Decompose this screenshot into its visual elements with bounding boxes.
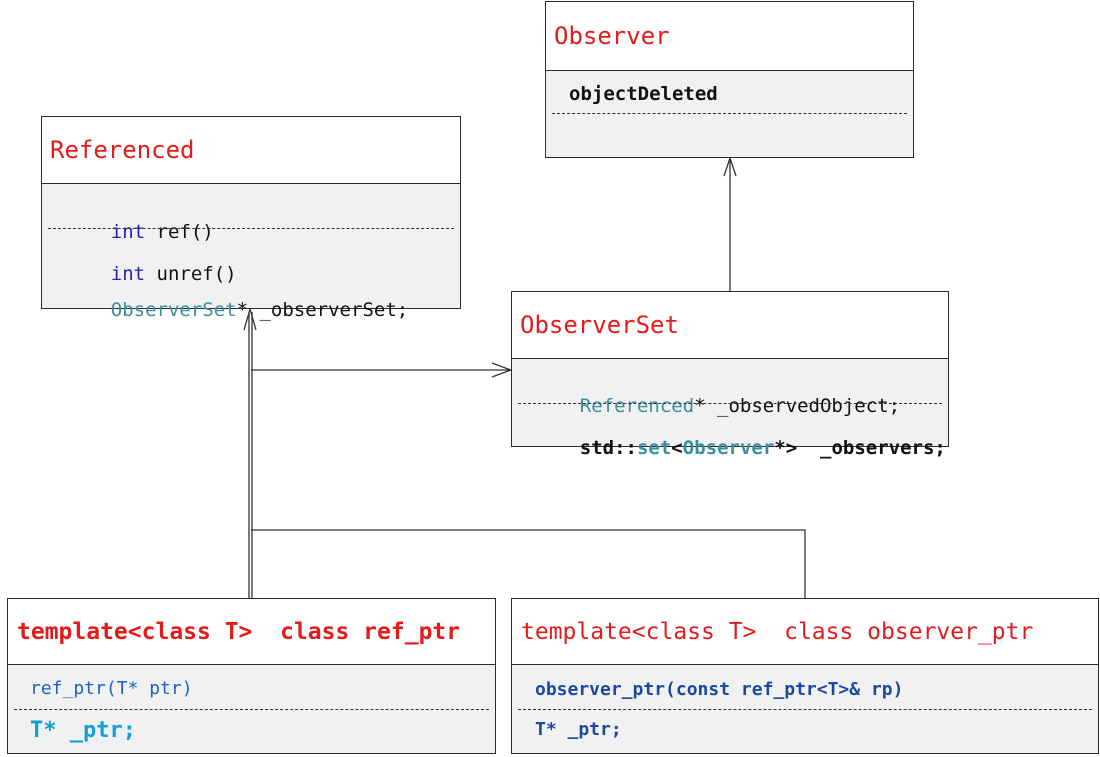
ref-ptr-field-ptr: T* _ptr; [30, 718, 136, 743]
referenced-class-box: Referenced int ref() int unref() Observe… [41, 116, 461, 321]
std-namespace: std:: [579, 437, 637, 459]
observer-separator [552, 113, 907, 114]
observers-field-name: *> _observers; [774, 437, 946, 459]
referenced-title-text: Referenced [50, 136, 195, 164]
observer-ptr-constructor: observer_ptr(const ref_ptr<T>& rp) [535, 679, 904, 700]
set-type: set [636, 437, 672, 459]
observer-ptr-title-text: template<class T> class observer_ptr [521, 618, 1034, 645]
observer-ptr-separator [518, 709, 1092, 710]
observer-type: Observer [682, 437, 775, 459]
observer-ptr-to-referenced-line [251, 529, 806, 598]
observer-ptr-class-box: template<class T> class observer_ptr obs… [511, 598, 1099, 754]
observer-member-objectdeleted: objectDeleted [569, 83, 718, 105]
ref-ptr-title-text: template<class T> class ref_ptr [17, 618, 461, 645]
ref-ptr-constructor: ref_ptr(T* ptr) [30, 678, 193, 699]
observer-class-box: Observer objectDeleted [545, 1, 914, 158]
observerset-field-name: * _observerSet; [236, 299, 409, 321]
angle-open: < [671, 437, 683, 459]
observer-title-text: Observer [554, 22, 670, 50]
observerset-class-title: ObserverSet [512, 292, 948, 359]
observer-class-title: Observer [546, 2, 913, 71]
ref-ptr-separator [14, 709, 489, 710]
observerset-class-box: ObserverSet Referenced* _observedObject;… [511, 291, 949, 459]
referenced-field-observerset: ObserverSet* _observerSet; [65, 274, 408, 346]
observer-ptr-field-ptr: T* _ptr; [535, 719, 622, 740]
observerset-field-observers: std::set<Observer*> _observers; [534, 412, 946, 484]
ref-ptr-class-box: template<class T> class ref_ptr ref_ptr(… [7, 598, 496, 754]
observer-ptr-class-title: template<class T> class observer_ptr [512, 599, 1098, 665]
ref-ptr-class-title: template<class T> class ref_ptr [8, 599, 495, 665]
observerset-title-text: ObserverSet [520, 311, 679, 339]
referenced-class-title: Referenced [42, 117, 460, 184]
referenced-separator [48, 228, 454, 229]
observerset-separator [518, 403, 942, 404]
observerset-type: ObserverSet [110, 299, 237, 321]
